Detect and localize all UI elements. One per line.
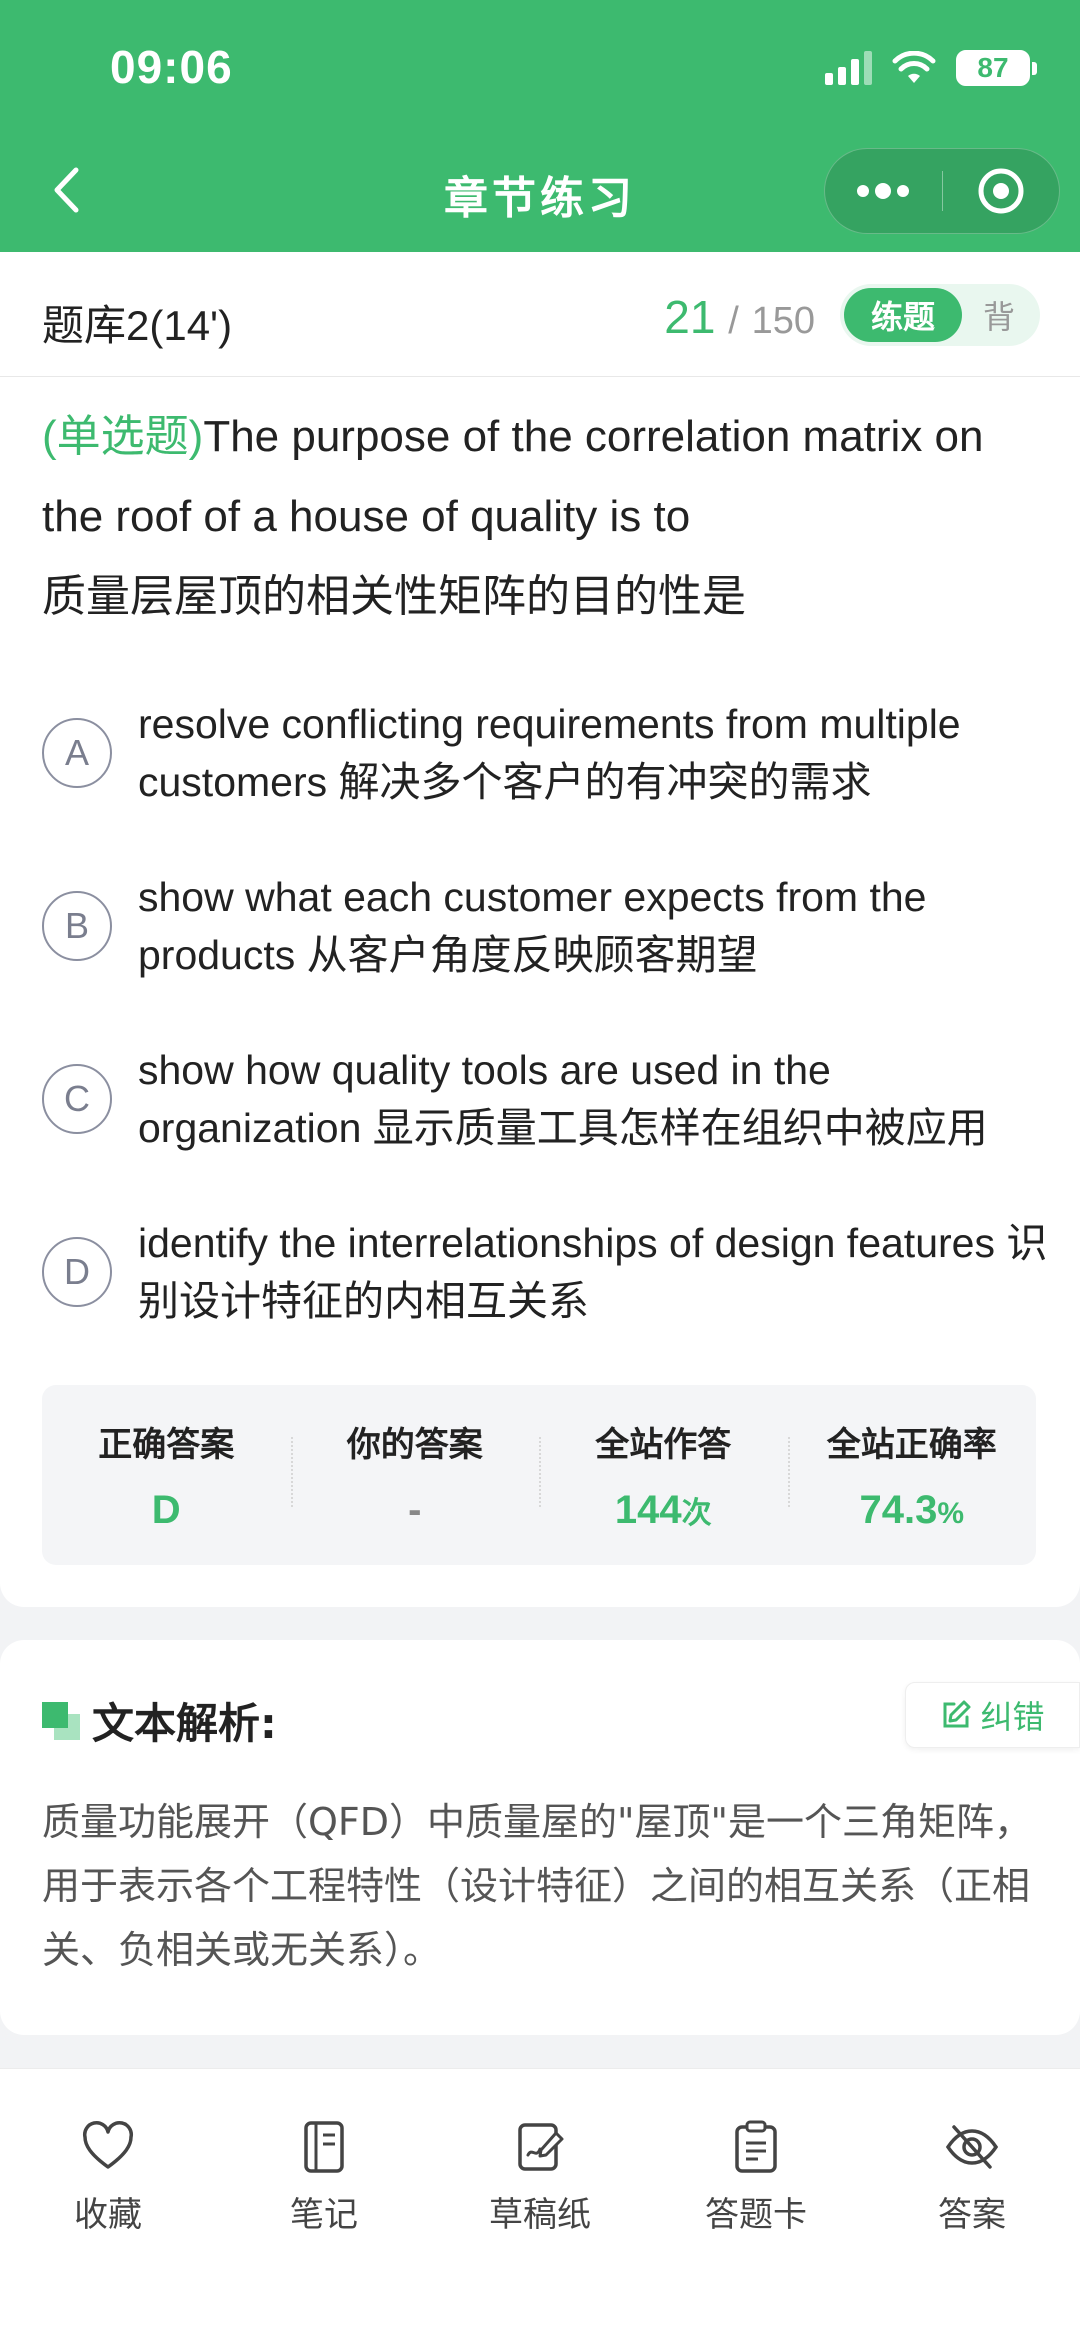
mode-memorize-tab[interactable]: 背 <box>962 292 1036 338</box>
more-button[interactable] <box>825 149 942 233</box>
site-rate-value: 74.3 <box>859 1488 938 1532</box>
wifi-icon <box>892 51 936 83</box>
analysis-body: 质量功能展开（QFD）中质量屋的"屋顶"是一个三角矩阵，用于表示各个工程特性（设… <box>42 1800 1032 1972</box>
stat-value: D <box>151 1488 181 1532</box>
progress-separator: / <box>728 300 739 342</box>
draft-icon <box>518 2123 564 2171</box>
notebook-icon <box>304 2121 344 2173</box>
stat-label: 你的答案 <box>346 1425 483 1465</box>
total-question-count: 150 <box>751 300 815 342</box>
stat-label: 全站作答 <box>595 1425 732 1465</box>
stat-site-rate: 全站正确率 74.3% <box>787 1417 1037 1533</box>
stat-value: - <box>408 1488 422 1532</box>
option-text: identify the interrelationships of desig… <box>138 1220 1048 1324</box>
bottom-toolbar: 收藏 笔记 草稿纸 答题卡 答案 <box>0 2068 1080 2337</box>
bank-name: 题库2(14') <box>42 302 233 349</box>
option-text: show how quality tools are used in the o… <box>138 1047 988 1151</box>
stat-value: 74.3% <box>788 1488 1037 1533</box>
question-type-label: (单选题) <box>42 412 204 461</box>
status-icons: 87 <box>825 50 1037 86</box>
option-letter: C <box>42 1064 112 1134</box>
tab-label: 答案 <box>938 2195 1006 2235</box>
option-a[interactable]: A resolve conflicting requirements from … <box>42 695 1052 811</box>
site-rate-unit: % <box>937 1497 965 1530</box>
signal-icon <box>825 51 872 85</box>
tab-draft[interactable]: 草稿纸 <box>432 2119 648 2337</box>
edit-icon <box>943 1700 971 1728</box>
status-time: 09:06 <box>110 41 233 93</box>
site-answers-count: 144 <box>614 1488 682 1532</box>
option-letter: B <box>42 891 112 961</box>
eye-off-icon <box>945 2125 999 2169</box>
stat-label: 正确答案 <box>98 1425 235 1465</box>
option-d[interactable]: D identify the interrelationships of des… <box>42 1214 1052 1330</box>
tab-answer[interactable]: 答案 <box>864 2119 1080 2337</box>
analysis-title: 文本解析: <box>92 1699 277 1748</box>
current-question-number: 21 <box>664 291 716 343</box>
section-mark-icon <box>42 1701 80 1740</box>
option-text: show what each customer expects from the… <box>138 874 927 978</box>
answer-stats: 正确答案 D 你的答案 - 全站作答 144次 全站正确率 74.3% <box>42 1385 1036 1565</box>
stat-value: 144次 <box>539 1488 788 1533</box>
option-text: resolve conflicting requirements from mu… <box>138 701 961 805</box>
tab-notes[interactable]: 笔记 <box>216 2119 432 2337</box>
stat-label: 全站正确率 <box>826 1425 997 1465</box>
tab-answer-sheet[interactable]: 答题卡 <box>648 2119 864 2337</box>
header: 09:06 87 章节练习 <box>0 0 1080 252</box>
site-answers-unit: 次 <box>681 1497 712 1530</box>
question-bank-bar: 题库2(14') 21 / 150 练题 背 <box>0 252 1080 377</box>
tab-label: 草稿纸 <box>489 2195 591 2235</box>
tab-label: 笔记 <box>290 2195 358 2235</box>
tab-label: 收藏 <box>74 2195 142 2235</box>
mode-toggle: 练题 背 <box>840 284 1040 346</box>
option-c[interactable]: C show how quality tools are used in the… <box>42 1041 1052 1157</box>
question-text: (单选题)The purpose of the correlation matr… <box>42 397 1042 637</box>
heart-icon <box>82 2121 134 2169</box>
question-progress[interactable]: 21 / 150 <box>664 290 815 344</box>
stat-site-answers: 全站作答 144次 <box>539 1417 788 1533</box>
tab-label: 答题卡 <box>705 2195 807 2235</box>
clipboard-icon <box>735 2120 777 2173</box>
analysis-header: 文本解析: <box>42 1690 277 1751</box>
stat-correct-answer: 正确答案 D <box>42 1417 291 1533</box>
analysis-card: 文本解析: 纠错 质量功能展开（QFD）中质量屋的"屋顶"是一个三角矩阵，用于表… <box>0 1640 1080 2035</box>
mode-practice-tab[interactable]: 练题 <box>844 288 962 342</box>
question-stem-cn: 质量层屋顶的相关性矩阵的目的性是 <box>42 572 746 621</box>
battery-icon: 87 <box>956 50 1037 86</box>
stat-your-answer: 你的答案 - <box>290 1417 540 1533</box>
option-b[interactable]: B show what each customer expects from t… <box>42 868 1052 984</box>
close-mini-program-button[interactable] <box>943 149 1060 233</box>
option-letter: D <box>42 1237 112 1307</box>
target-icon <box>978 168 1024 214</box>
more-dots-icon <box>857 183 910 199</box>
option-letter: A <box>42 718 112 788</box>
tab-favorite[interactable]: 收藏 <box>0 2119 216 2337</box>
report-error-label: 纠错 <box>980 1698 1045 1736</box>
report-error-button[interactable]: 纠错 <box>905 1682 1080 1748</box>
mini-program-capsule <box>824 148 1060 234</box>
question-card: (单选题)The purpose of the correlation matr… <box>0 377 1080 1607</box>
